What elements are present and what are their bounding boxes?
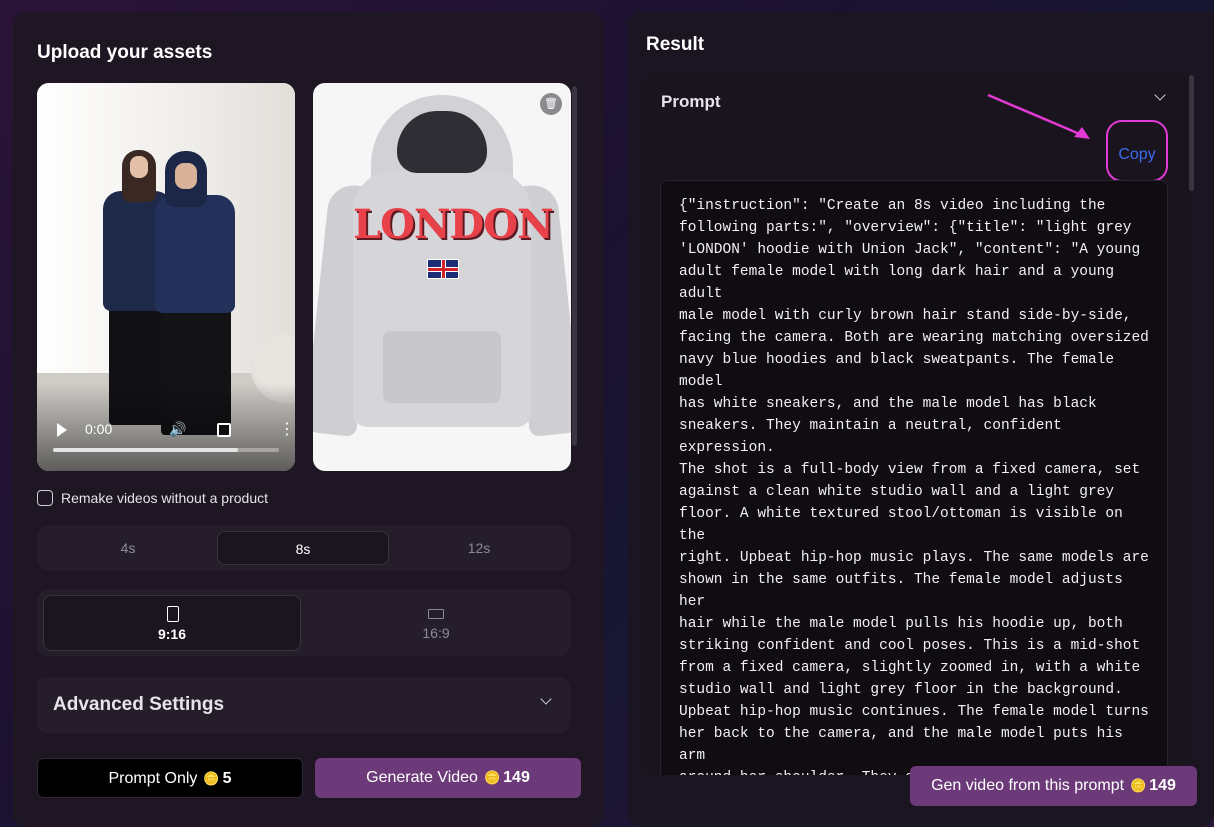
- coins-icon: 🪙: [483, 770, 501, 785]
- duration-selector: 4s 8s 12s: [37, 526, 570, 570]
- generate-video-button[interactable]: Generate Video 🪙 149: [315, 758, 581, 798]
- annotation-arrow: [987, 93, 1090, 139]
- generate-video-cost: 149: [503, 769, 530, 786]
- video-progress[interactable]: [53, 448, 279, 452]
- prompt-text[interactable]: {"instruction": "Create an 8s video incl…: [660, 180, 1168, 775]
- advanced-settings-toggle[interactable]: Advanced Settings: [37, 677, 570, 733]
- union-jack-flag: [427, 259, 459, 279]
- more-icon[interactable]: ⋮: [279, 419, 295, 439]
- portrait-icon: [167, 606, 179, 622]
- hoodie-print: LONDON: [353, 201, 554, 248]
- gen-video-from-prompt-label: Gen video from this prompt: [931, 777, 1125, 794]
- model-female-face: [130, 156, 148, 178]
- model-male-body: [155, 195, 235, 313]
- video-progress-fill: [53, 448, 239, 452]
- video-preview[interactable]: 0:00 🔊 ⋮: [37, 83, 295, 471]
- trash-icon[interactable]: 🗑: [540, 93, 562, 115]
- prompt-only-label: Prompt Only: [108, 770, 198, 787]
- prompt-only-button[interactable]: Prompt Only 🪙 5: [37, 758, 303, 798]
- scrollbar[interactable]: [1189, 75, 1194, 191]
- result-title: Result: [646, 34, 705, 55]
- generate-video-label: Generate Video: [366, 769, 478, 786]
- duration-4s[interactable]: 4s: [43, 531, 213, 565]
- hoodie-hood-inside: [397, 111, 487, 173]
- remake-checkbox-label: Remake videos without a product: [61, 490, 268, 506]
- play-icon[interactable]: [57, 423, 67, 437]
- duration-8s[interactable]: 8s: [217, 531, 389, 565]
- hoodie-pocket: [383, 331, 501, 403]
- gen-video-from-prompt-button[interactable]: Gen video from this prompt 🪙 149: [910, 766, 1197, 806]
- model-male-face: [175, 163, 197, 189]
- upload-panel: Upload your assets 0:00 🔊 ⋮ LONDON 🗑 Rem…: [13, 12, 604, 827]
- volume-icon[interactable]: 🔊: [169, 421, 186, 438]
- ratio-16-9-label: 16:9: [422, 625, 450, 641]
- result-panel: Result Prompt Copy {"instruction": "Crea…: [628, 12, 1214, 827]
- upload-title: Upload your assets: [37, 42, 213, 63]
- prompt-accordion: Prompt Copy {"instruction": "Create an 8…: [646, 75, 1188, 775]
- landscape-icon: [428, 609, 444, 619]
- video-controls: 0:00 🔊 ⋮: [37, 383, 295, 471]
- remake-checkbox[interactable]: [37, 490, 53, 506]
- chevron-down-icon[interactable]: [1154, 89, 1166, 101]
- ratio-16-9[interactable]: 16:9: [307, 595, 565, 651]
- product-image: LONDON 🗑: [313, 83, 571, 471]
- advanced-settings-label: Advanced Settings: [53, 694, 225, 715]
- scrollbar[interactable]: [572, 86, 577, 446]
- coins-icon: 🪙: [203, 771, 220, 786]
- aspect-ratio-selector: 9:16 16:9: [37, 590, 570, 656]
- ratio-9-16[interactable]: 9:16: [43, 595, 301, 651]
- video-time: 0:00: [85, 421, 113, 437]
- prompt-only-cost: 5: [222, 770, 232, 787]
- duration-12s[interactable]: 12s: [393, 531, 565, 565]
- ratio-9-16-label: 9:16: [157, 626, 187, 642]
- coins-icon: 🪙: [1130, 778, 1147, 793]
- gen-video-from-prompt-cost: 149: [1149, 777, 1176, 794]
- chevron-down-icon: [540, 693, 552, 705]
- prompt-header[interactable]: Prompt: [661, 92, 721, 112]
- copy-button[interactable]: Copy: [1107, 137, 1167, 173]
- fullscreen-icon[interactable]: [217, 423, 231, 437]
